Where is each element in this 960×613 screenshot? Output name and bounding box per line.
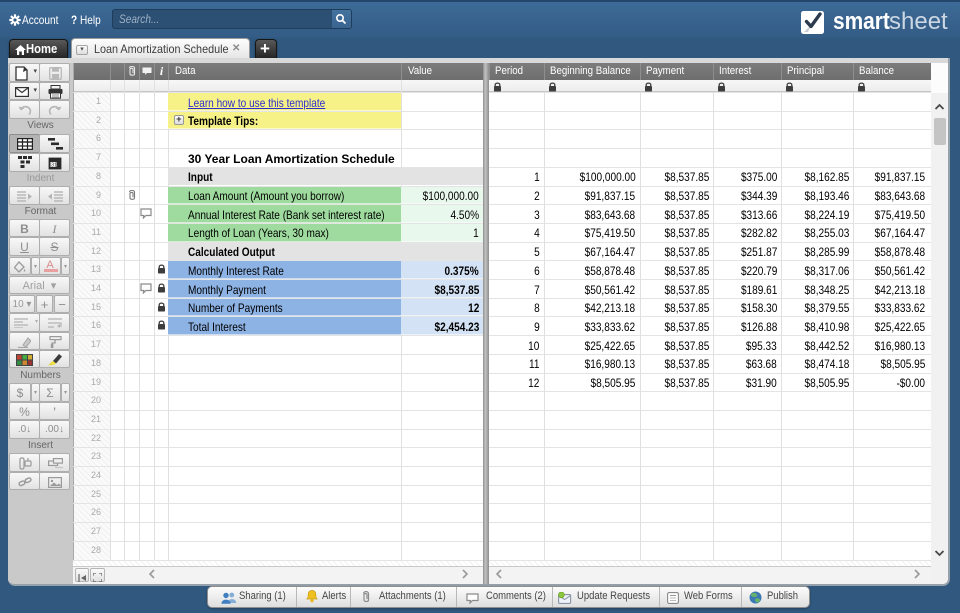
svg-text:31: 31	[51, 163, 57, 169]
